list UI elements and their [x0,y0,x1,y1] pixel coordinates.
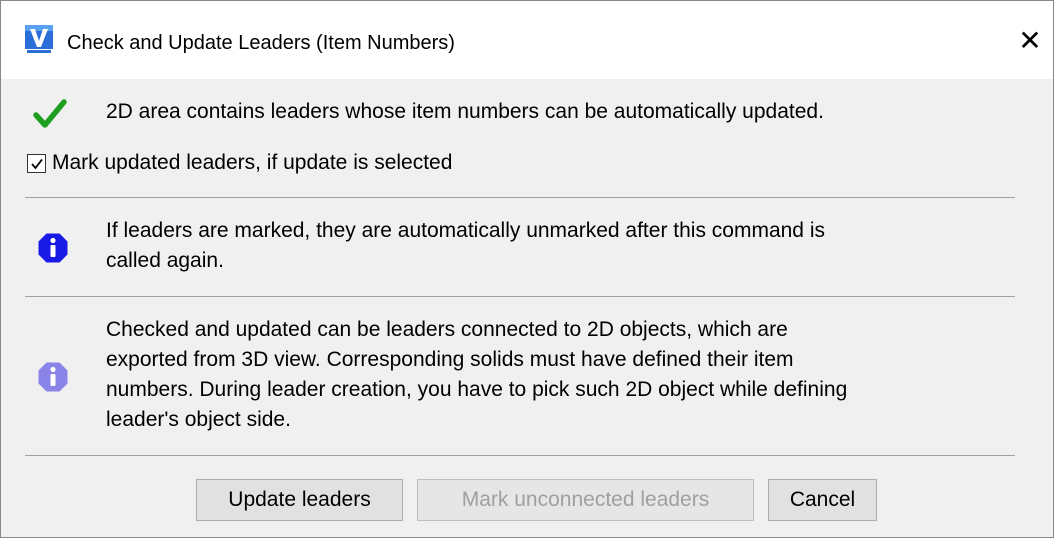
separator [25,296,1015,297]
separator [25,197,1015,198]
checkmark-icon [32,96,68,132]
info-line: leader's object side. [106,408,291,431]
app-logo-icon [25,25,53,55]
info-line: If leaders are marked, they are automati… [106,219,825,242]
mark-updated-leaders-label: Mark updated leaders, if update is selec… [52,151,453,174]
window-title: Check and Update Leaders (Item Numbers) [67,32,455,54]
status-message: 2D area contains leaders whose item numb… [106,100,824,123]
update-leaders-button[interactable]: Update leaders [196,479,403,521]
separator [25,455,1015,456]
cancel-button[interactable]: Cancel [768,479,877,521]
info-line: called again. [106,249,224,272]
info-line: exported from 3D view. Corresponding sol… [106,348,794,371]
close-button[interactable]: ✕ [1007,19,1053,61]
mark-updated-leaders-checkbox[interactable]: Mark updated leaders, if update is selec… [27,148,452,178]
checkbox-box[interactable] [27,154,46,173]
info-icon-light [35,359,71,395]
checkbox-check-icon [30,158,43,169]
dialog-window: Check and Update Leaders (Item Numbers) … [0,0,1054,538]
close-icon: ✕ [1018,24,1042,56]
info-message-requirements: Checked and updated can be leaders conne… [106,315,847,435]
info-message-unmark: If leaders are marked, they are automati… [106,216,825,276]
title-bar[interactable]: Check and Update Leaders (Item Numbers) … [1,1,1053,79]
info-line: Checked and updated can be leaders conne… [106,318,788,341]
mark-unconnected-leaders-button[interactable]: Mark unconnected leaders [417,479,754,521]
info-icon [35,230,71,266]
info-line: numbers. During leader creation, you hav… [106,378,848,401]
